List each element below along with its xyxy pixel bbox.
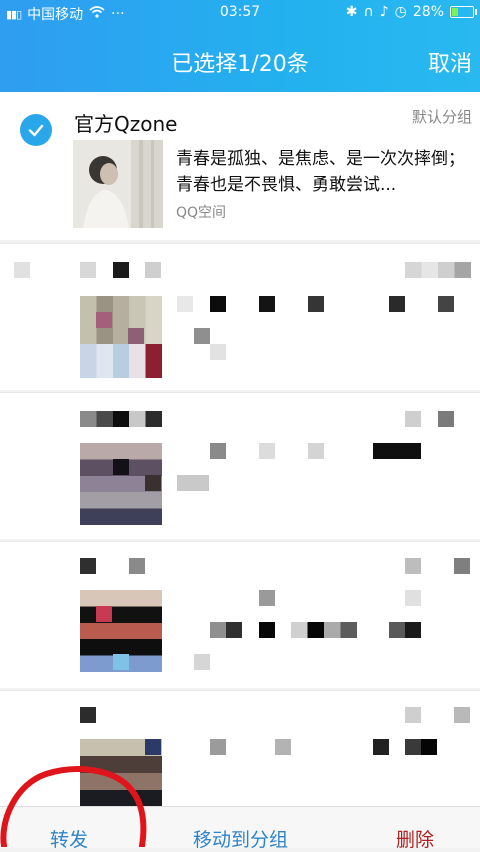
headset-icon: ∩ [363,4,374,20]
group-tag: 默认分组 [411,108,472,126]
checkmark-icon[interactable] [20,114,52,146]
blur-block [438,296,454,312]
blur-block [96,312,112,328]
blur-block [259,443,275,459]
forward-button[interactable]: 转发 [50,825,88,852]
content-snippet: 青春是孤独、是焦虑、是一次次摔倒；青春也是不畏惧、勇敢尝试... [176,149,465,195]
blur-block [129,558,145,574]
blur-block [145,262,161,278]
blur-block [259,622,275,638]
cancel-button[interactable]: 取消 [428,46,472,78]
blur-block [405,707,421,723]
blur-block [454,558,470,574]
blur-block [373,739,389,755]
blur-block [177,296,193,312]
blur-block [210,344,226,360]
blur-block [14,262,30,278]
bell-off-icon: ♪ [379,4,389,20]
thumbnail-image [73,140,163,228]
status-bar: ▮▮▯ 中国移动 ··· 03:57 ✱ ∩ ♪ ◷ 28% [0,0,480,26]
blur-block [405,739,437,755]
blur-block [113,459,129,475]
move-to-group-button[interactable]: 移动到分组 [193,825,288,852]
blur-block [405,590,421,606]
blur-block [308,443,324,459]
blur-block [145,475,161,491]
blur-block [210,622,242,638]
delete-button[interactable]: 删除 [396,825,434,852]
favorite-item-blurred[interactable] [0,243,480,390]
blur-block [113,654,129,670]
battery-percent: 28% [412,4,444,20]
title-bar: 已选择1/20条 取消 [0,38,480,82]
blur-block [259,590,275,606]
blur-block [405,411,421,427]
blur-block [80,411,162,427]
favorite-item-blurred[interactable] [0,392,480,539]
blur-block [373,443,421,459]
blur-block [113,262,129,278]
blur-block [454,707,470,723]
blur-block [389,622,421,638]
blur-block [210,739,226,755]
blur-block [438,411,454,427]
bluetooth-icon: ✱ [345,4,358,20]
bottom-action-bar: 转发 移动到分组 删除 [0,806,480,851]
blur-block [291,622,357,638]
blur-block [128,328,144,344]
blur-block [210,443,226,459]
blur-block [389,296,405,312]
source-name: 官方Qzone [74,112,178,136]
favorite-item-blurred[interactable] [0,690,480,807]
blur-block [259,296,275,312]
blur-block [80,344,162,378]
blur-block [80,558,96,574]
blur-block [80,707,96,723]
blur-block [405,558,421,574]
blur-block [210,296,226,312]
blur-block [96,606,112,622]
battery-icon [450,6,477,18]
blur-block [80,262,96,278]
blur-block [145,739,161,755]
blur-block [405,262,471,278]
blur-block [194,328,210,344]
alarm-icon: ◷ [394,4,407,20]
page-title: 已选择1/20条 [171,52,309,77]
content-source: QQ空间 [176,205,227,221]
favorite-item-blurred[interactable] [0,541,480,688]
blur-block [194,654,210,670]
blur-block [308,296,324,312]
header: ▮▮▯ 中国移动 ··· 03:57 ✱ ∩ ♪ ◷ 28% 已选择1/20条 … [0,0,480,92]
blur-block [275,739,291,755]
blur-block [177,475,209,491]
favorite-item-selected[interactable]: 官方Qzone 默认分组 青春是孤独、是焦虑、是一次次摔倒；青春也是不畏惧、勇敢… [0,92,480,240]
